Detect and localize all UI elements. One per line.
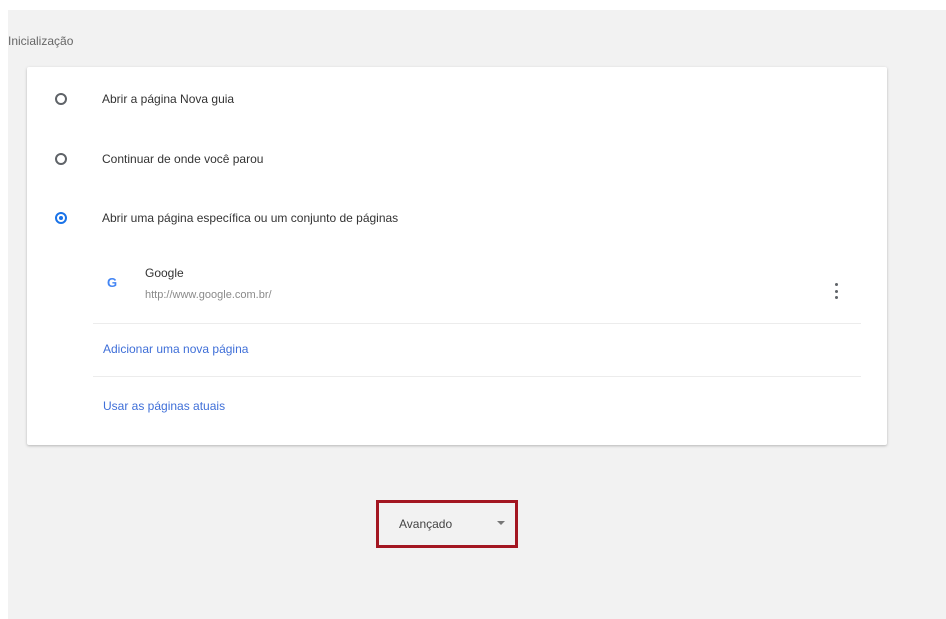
startup-card: Abrir a página Nova guia Continuar de on… bbox=[27, 67, 887, 445]
chevron-down-icon bbox=[497, 521, 505, 525]
advanced-highlight-box: Avançado bbox=[376, 500, 518, 548]
startup-option-specific-pages[interactable]: Abrir uma página específica ou um conjun… bbox=[27, 206, 887, 230]
more-actions-icon[interactable] bbox=[831, 281, 841, 301]
site-url: http://www.google.com.br/ bbox=[145, 289, 272, 301]
radio-specific-pages[interactable] bbox=[55, 212, 67, 224]
google-g-icon: G bbox=[107, 275, 118, 290]
use-current-pages-row: Usar as páginas atuais bbox=[93, 381, 861, 433]
settings-page: Inicialização Abrir a página Nova guia C… bbox=[8, 10, 946, 619]
site-name: Google bbox=[145, 266, 184, 280]
use-current-pages-link[interactable]: Usar as páginas atuais bbox=[103, 399, 225, 413]
startup-option-label: Abrir uma página específica ou um conjun… bbox=[102, 211, 399, 225]
radio-new-tab[interactable] bbox=[55, 93, 67, 105]
radio-continue[interactable] bbox=[55, 153, 67, 165]
startup-option-new-tab[interactable]: Abrir a página Nova guia bbox=[27, 87, 887, 111]
add-page-link[interactable]: Adicionar uma nova página bbox=[103, 342, 248, 356]
advanced-button[interactable]: Avançado bbox=[379, 503, 515, 545]
startup-option-label: Abrir a página Nova guia bbox=[102, 92, 235, 106]
startup-option-label: Continuar de onde você parou bbox=[102, 152, 264, 166]
advanced-label: Avançado bbox=[399, 517, 453, 531]
startup-option-continue[interactable]: Continuar de onde você parou bbox=[27, 147, 887, 171]
section-title: Inicialização bbox=[8, 34, 74, 48]
add-page-row: Adicionar uma nova página bbox=[93, 324, 861, 377]
startup-site-row: G Google http://www.google.com.br/ bbox=[93, 258, 861, 324]
